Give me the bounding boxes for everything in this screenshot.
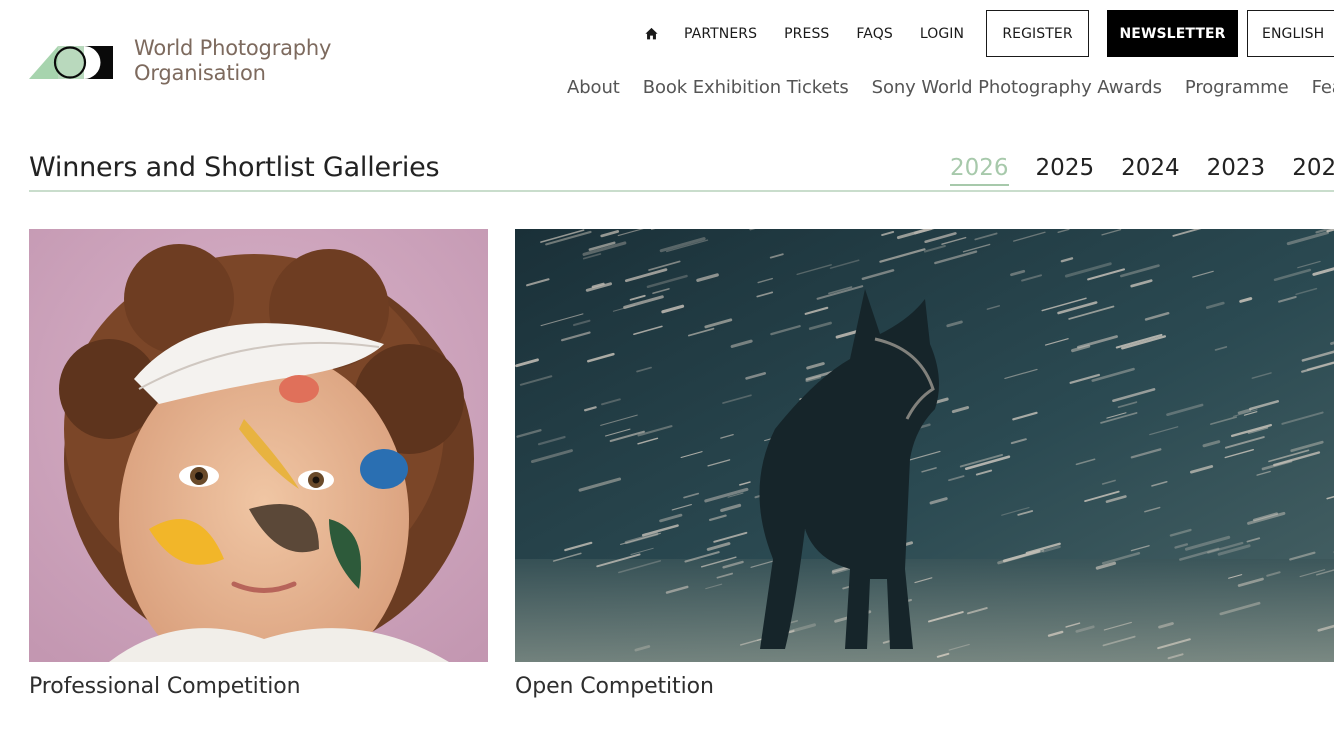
tab-year-2024[interactable]: 2024 — [1121, 155, 1180, 186]
card-label-professional: Professional Competition — [29, 674, 301, 699]
login-link[interactable]: LOGIN — [920, 26, 964, 42]
gallery-card-open[interactable]: Open Competition — [515, 229, 1334, 699]
logo-line-1: World Photography — [134, 36, 332, 60]
main-nav: About Book Exhibition Tickets Sony World… — [567, 77, 1334, 98]
language-selector[interactable]: ENGLISH — [1247, 10, 1334, 57]
tab-year-2026[interactable]: 2026 — [950, 155, 1009, 186]
year-tabs: 2026 2025 2024 2023 2022 — [950, 155, 1334, 186]
faqs-link[interactable]: FAQS — [856, 26, 892, 42]
nav-sony-world-photography-awards[interactable]: Sony World Photography Awards — [872, 77, 1162, 98]
nav-programme[interactable]: Programme — [1185, 77, 1289, 98]
gallery-card-professional[interactable]: Professional Competition — [29, 229, 488, 699]
card-image-professional — [29, 229, 488, 662]
tab-year-2025[interactable]: 2025 — [1036, 155, 1095, 186]
logo-wordmark: World Photography Organisation — [134, 36, 331, 86]
fox-in-snowstorm-photo — [515, 229, 1334, 662]
home-icon — [644, 27, 658, 40]
tab-year-2022[interactable]: 2022 — [1292, 155, 1334, 186]
nav-about[interactable]: About — [567, 77, 620, 98]
press-link[interactable]: PRESS — [784, 26, 829, 42]
nav-features[interactable]: Features — [1312, 77, 1334, 98]
logo-line-2: Organisation — [134, 61, 266, 85]
logo[interactable]: World Photography Organisation — [29, 34, 359, 90]
utility-nav: PARTNERS PRESS FAQS LOGIN — [630, 10, 991, 57]
site-header: World Photography Organisation PARTNERS … — [0, 0, 1334, 120]
child-with-feathers-photo — [29, 229, 488, 662]
card-label-open: Open Competition — [515, 674, 714, 699]
page-title: Winners and Shortlist Galleries — [29, 152, 440, 183]
newsletter-button[interactable]: NEWSLETTER — [1107, 10, 1238, 57]
wpo-logo-mark — [29, 46, 113, 79]
section-divider — [29, 190, 1334, 192]
tab-year-2023[interactable]: 2023 — [1207, 155, 1266, 186]
card-image-open — [515, 229, 1334, 662]
partners-link[interactable]: PARTNERS — [684, 26, 757, 42]
home-link[interactable] — [642, 25, 660, 43]
register-button[interactable]: REGISTER — [986, 10, 1089, 57]
nav-book-exhibition-tickets[interactable]: Book Exhibition Tickets — [643, 77, 849, 98]
